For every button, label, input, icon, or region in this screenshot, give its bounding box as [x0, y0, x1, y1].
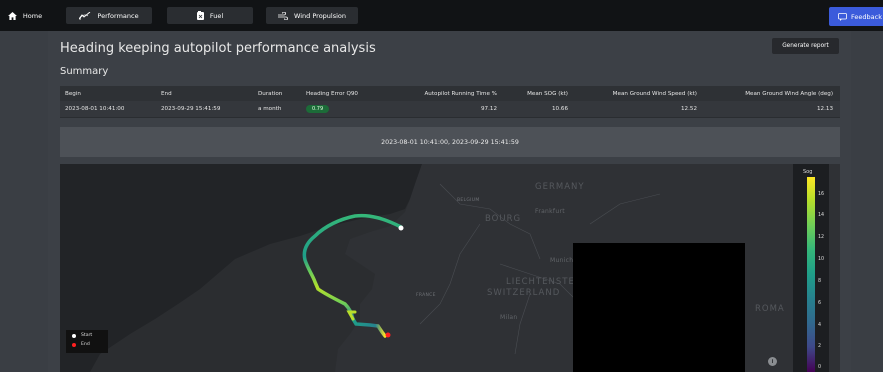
route-map[interactable]: GERMANY BELGIUM BOURG Frankfurt Munich L… — [60, 164, 840, 372]
legend-end-dot — [72, 342, 76, 347]
cell-mean-sog: 10.66 — [551, 106, 568, 112]
summary-table-header: Begin End Duration Heading Error Q90 Aut… — [60, 86, 840, 101]
heading-error-badge: 0.79 — [306, 105, 330, 113]
top-nav: Home Performance Fuel Wind Propulsion Fe… — [0, 0, 883, 31]
map-label-belgium: BELGIUM — [457, 198, 480, 203]
home-icon — [7, 11, 17, 20]
col-header-wind-speed: Mean Ground Wind Speed (kt) — [612, 90, 697, 97]
generate-report-button[interactable]: Generate report — [772, 38, 839, 54]
nav-wind-button[interactable]: Wind Propulsion — [266, 7, 358, 24]
map-label-frankfurt: Frankfurt — [535, 208, 565, 215]
colorbar-tick: 12 — [818, 235, 825, 240]
route-end-marker — [385, 332, 391, 338]
col-header-wind-angle: Mean Ground Wind Angle (deg) — [745, 90, 833, 97]
feedback-icon — [838, 12, 847, 21]
col-header-mean-sog: Mean SOG (kt) — [527, 90, 568, 97]
legend-item-start: Start — [72, 333, 92, 338]
colorbar-tick: 2 — [818, 344, 822, 349]
nav-fuel-label: Fuel — [209, 11, 224, 20]
date-range-label: 2023-08-01 10:41:00, 2023-09-29 15:41:59 — [381, 138, 519, 146]
col-header-autopilot-time: Autopilot Running Time % — [424, 90, 497, 97]
cell-autopilot-time: 97.12 — [480, 106, 497, 112]
page-title: Heading keeping autopilot performance an… — [60, 41, 376, 56]
feedback-label: Feedback — [851, 12, 882, 21]
colorbar-title: Sog — [803, 169, 813, 175]
summary-heading: Summary — [60, 66, 109, 77]
colorbar-tick: 6 — [818, 301, 822, 306]
cell-wind-angle: 12.13 — [816, 106, 833, 112]
cell-begin: 2023-08-01 10:41:00 — [65, 106, 125, 112]
legend-start-dot — [72, 333, 76, 338]
col-header-end: End — [161, 90, 172, 97]
col-header-duration: Duration — [258, 90, 283, 97]
colorbar-tick: 4 — [818, 323, 822, 328]
nav-fuel-button[interactable]: Fuel — [167, 7, 253, 24]
wind-icon — [277, 11, 288, 20]
nav-performance-label: Performance — [97, 11, 139, 20]
colorbar-tick: 8 — [818, 279, 822, 284]
table-row: 2023-08-01 10:41:00 2023-09-29 15:41:59 … — [60, 101, 840, 118]
route-start-marker — [398, 225, 404, 231]
colorbar-tick: 10 — [818, 257, 825, 262]
cell-wind-speed: 12.52 — [680, 106, 697, 112]
map-occluded-area — [573, 243, 745, 372]
date-range-bar[interactable]: 2023-08-01 10:41:00, 2023-09-29 15:41:59 — [60, 127, 840, 157]
legend-end-label: End — [81, 342, 90, 347]
cell-duration: a month — [258, 106, 282, 112]
colorbar-tick: 0 — [818, 365, 822, 370]
legend-start-label: Start — [81, 333, 93, 338]
performance-icon — [79, 11, 91, 20]
cell-end: 2023-09-29 15:41:59 — [161, 106, 221, 112]
nav-wind-label: Wind Propulsion — [293, 11, 347, 20]
map-legend: Start End — [66, 330, 108, 353]
nav-performance-button[interactable]: Performance — [66, 7, 152, 24]
map-label-roma: ROMA — [755, 304, 785, 314]
col-header-heading-error: Heading Error Q90 — [306, 90, 358, 97]
colorbar-tick: 14 — [818, 213, 825, 218]
feedback-button[interactable]: Feedback — [829, 7, 883, 26]
nav-home-button[interactable]: Home — [0, 7, 50, 24]
route-track-coast — [346, 310, 357, 321]
map-label-germany: GERMANY — [535, 182, 585, 192]
map-label-milan: Milan — [500, 314, 518, 321]
nav-home-label: Home — [22, 11, 43, 20]
map-label-munich: Munich — [550, 257, 574, 264]
map-label-switzerland: SWITZERLAND — [487, 288, 561, 298]
legend-item-end: End — [72, 342, 90, 347]
map-info-icon[interactable]: i — [768, 357, 777, 366]
map-label-luxembourg: BOURG — [485, 214, 522, 224]
map-label-france: FRANCE — [416, 293, 436, 298]
fuel-icon — [196, 11, 204, 20]
colorbar-gradient — [807, 177, 815, 372]
colorbar-tick: 16 — [818, 192, 825, 197]
col-header-begin: Begin — [65, 90, 81, 97]
